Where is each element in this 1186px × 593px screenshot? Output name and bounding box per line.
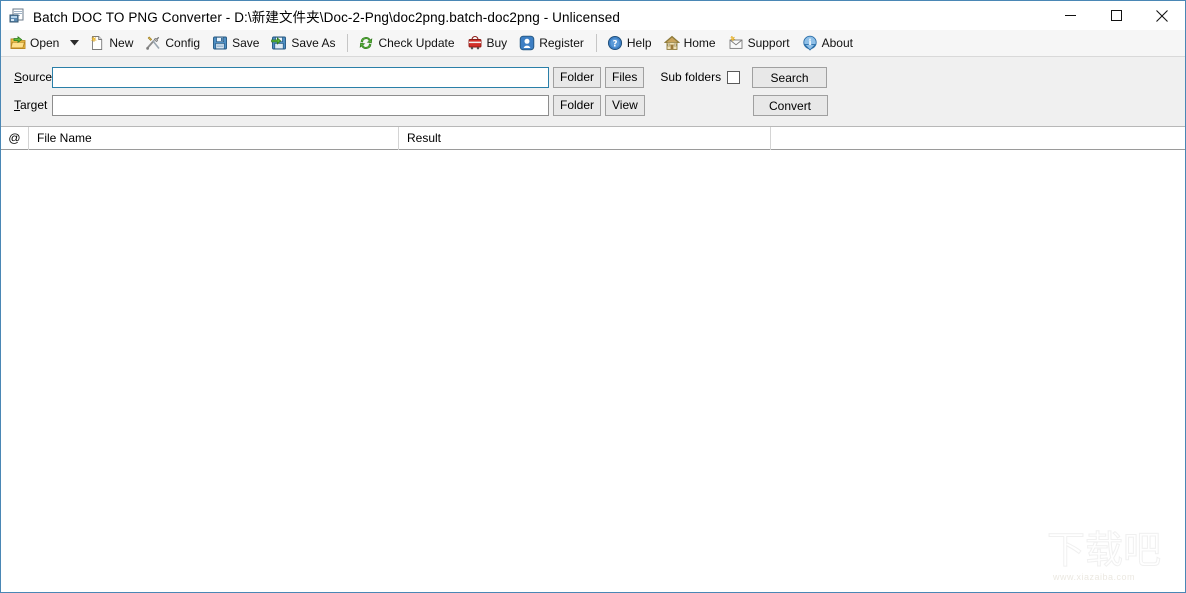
column-header-file-name[interactable]: File Name	[29, 127, 399, 150]
toolbar-label-save: Save	[232, 36, 260, 50]
new-file-icon	[89, 35, 105, 51]
toolbar-label-config: Config	[165, 36, 201, 50]
title-bar: Batch DOC TO PNG Converter - D:\新建文件夹\Do…	[1, 1, 1185, 30]
conversion-form-panel: Source Folder Files Sub folders Search T…	[1, 57, 1185, 127]
source-files-button[interactable]: Files	[605, 66, 645, 88]
convert-button[interactable]: Convert	[752, 94, 828, 116]
column-header-filler[interactable]	[771, 127, 1185, 150]
toolbar-button-new[interactable]: New	[85, 32, 139, 54]
source-label: Source	[14, 70, 53, 84]
toolbar-label-check-update: Check Update	[378, 36, 455, 50]
application-window: Batch DOC TO PNG Converter - D:\新建文件夹\Do…	[0, 0, 1186, 593]
converter-app-icon	[9, 8, 25, 24]
toolbar-label-buy: Buy	[486, 36, 508, 50]
window-controls	[1047, 1, 1185, 30]
toolbar-button-check-update[interactable]: Check Update	[354, 32, 460, 54]
target-label: Target	[14, 98, 48, 112]
open-folder-icon	[10, 35, 26, 51]
toolbar-label-support: Support	[747, 36, 790, 50]
save-floppy-icon	[212, 35, 228, 51]
source-input[interactable]	[52, 66, 549, 88]
convert-slot: Convert	[752, 94, 828, 116]
toolbar-separator-2	[595, 34, 597, 52]
svg-text:?: ?	[612, 38, 617, 48]
window-title: Batch DOC TO PNG Converter - D:\新建文件夹\Do…	[33, 9, 620, 25]
svg-text:i: i	[808, 37, 811, 47]
toolbar-label-home: Home	[683, 36, 716, 50]
about-info-icon: i	[802, 35, 818, 51]
sub-folders-checkbox[interactable]	[727, 70, 741, 84]
toolbar-button-register[interactable]: Register	[515, 32, 590, 54]
toolbar-button-about[interactable]: i About	[798, 32, 859, 54]
check-update-refresh-icon	[358, 35, 374, 51]
column-header-at[interactable]: @	[1, 127, 29, 150]
target-input[interactable]	[52, 94, 549, 116]
toolbar-label-register: Register	[539, 36, 584, 50]
save-as-floppy-icon	[271, 35, 287, 51]
config-tools-icon	[145, 35, 161, 51]
toolbar-button-save-as[interactable]: Save As	[267, 32, 341, 54]
search-button[interactable]: Search	[752, 66, 828, 88]
home-house-icon	[663, 35, 680, 51]
toolbar-button-save[interactable]: Save	[208, 32, 265, 54]
help-question-icon: ?	[607, 35, 623, 51]
chevron-down-icon[interactable]	[67, 32, 81, 54]
file-list-view[interactable]: @ File Name Result 下载吧 www.xiazaiba.com	[1, 127, 1185, 592]
sub-folders-group: Sub folders	[660, 70, 741, 84]
target-row: Target Folder View Sub folders Convert	[1, 94, 1185, 116]
column-header-result[interactable]: Result	[399, 127, 771, 150]
toolbar-button-home[interactable]: Home	[660, 32, 722, 54]
search-slot: Search	[752, 66, 828, 88]
sub-folders-label: Sub folders	[660, 70, 722, 84]
toolbar-button-buy[interactable]: Buy	[463, 32, 514, 54]
toolbar-label-open: Open	[30, 36, 60, 50]
buy-cart-icon	[467, 35, 483, 51]
minimize-icon[interactable]	[1047, 1, 1093, 30]
file-list-body[interactable]	[1, 150, 1185, 592]
toolbar-label-about: About	[821, 36, 853, 50]
target-folder-button[interactable]: Folder	[553, 94, 602, 116]
toolbar-label-help: Help	[626, 36, 652, 50]
toolbar-separator-1	[347, 34, 349, 52]
target-view-button[interactable]: View	[605, 94, 645, 116]
support-envelope-icon	[728, 35, 744, 51]
toolbar-label-new: New	[109, 36, 134, 50]
source-folder-button[interactable]: Folder	[553, 66, 602, 88]
toolbar-button-config[interactable]: Config	[141, 32, 206, 54]
maximize-icon[interactable]	[1093, 1, 1139, 30]
file-list-header: @ File Name Result	[1, 127, 1185, 150]
toolbar-button-support[interactable]: Support	[724, 32, 796, 54]
register-key-icon	[519, 35, 535, 51]
toolbar-button-open[interactable]: Open	[6, 32, 65, 54]
source-row: Source Folder Files Sub folders Search	[1, 66, 1185, 88]
toolbar-button-help[interactable]: ? Help	[603, 32, 658, 54]
main-toolbar: Open New Config Save Save As Check Updat…	[1, 30, 1185, 57]
toolbar-label-save-as: Save As	[291, 36, 336, 50]
close-icon[interactable]	[1139, 1, 1185, 30]
